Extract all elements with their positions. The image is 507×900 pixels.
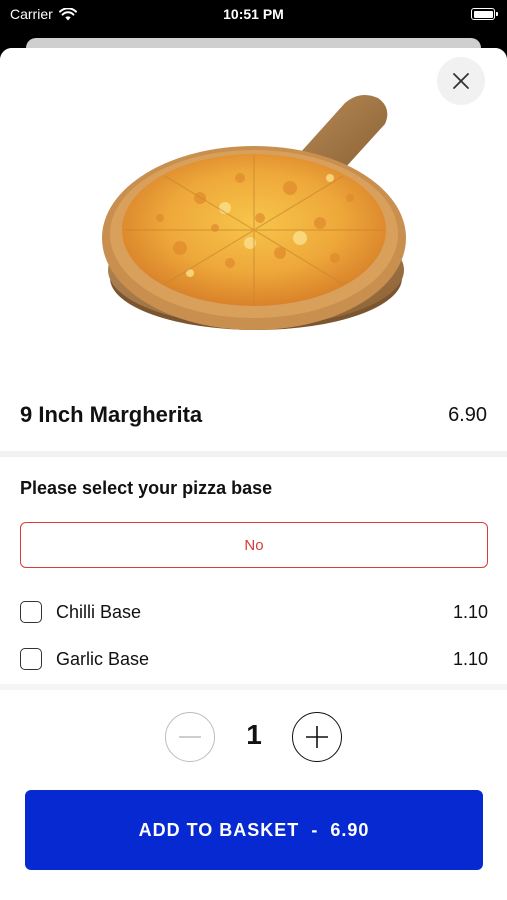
product-header: 9 Inch Margherita 6.90 — [0, 388, 507, 442]
close-icon — [453, 73, 469, 89]
footer-divider — [0, 684, 507, 690]
no-base-button[interactable]: No — [20, 522, 488, 568]
battery-icon — [471, 8, 498, 20]
product-price: 6.90 — [448, 403, 487, 426]
option-garlic-base[interactable]: Garlic Base 1.10 — [20, 639, 488, 679]
option-left: Chilli Base — [20, 601, 141, 623]
decrease-quantity-button[interactable] — [165, 712, 215, 762]
garlic-base-checkbox[interactable] — [20, 648, 42, 670]
status-time: 10:51 PM — [223, 6, 284, 22]
pizza-illustration — [102, 94, 406, 330]
close-button[interactable] — [437, 57, 485, 105]
add-to-basket-button[interactable]: ADD TO BASKET - 6.90 — [25, 790, 483, 870]
status-bar: Carrier 10:51 PM — [0, 0, 507, 30]
increase-quantity-button[interactable] — [292, 712, 342, 762]
product-sheet: 9 Inch Margherita 6.90 Please select you… — [0, 48, 507, 900]
product-image — [0, 48, 507, 378]
option-label: Chilli Base — [56, 601, 142, 622]
section-divider — [0, 451, 507, 457]
option-price: 1.10 — [452, 648, 488, 669]
minus-icon — [179, 736, 201, 738]
base-section-title: Please select your pizza base — [20, 478, 273, 498]
add-button-total: 6.90 — [330, 819, 370, 840]
option-label: Garlic Base — [56, 648, 150, 669]
option-price: 1.10 — [452, 601, 488, 622]
quantity-value: 1 — [246, 719, 262, 750]
add-button-separator: - — [311, 819, 319, 840]
quantity-stepper: 1 — [0, 712, 507, 762]
add-button-label: ADD TO BASKET — [138, 819, 300, 840]
option-chilli-base[interactable]: Chilli Base 1.10 — [20, 592, 488, 632]
plus-icon — [306, 726, 328, 748]
chilli-base-checkbox[interactable] — [20, 601, 42, 623]
option-left: Garlic Base — [20, 648, 149, 670]
product-title: 9 Inch Margherita — [20, 402, 203, 427]
